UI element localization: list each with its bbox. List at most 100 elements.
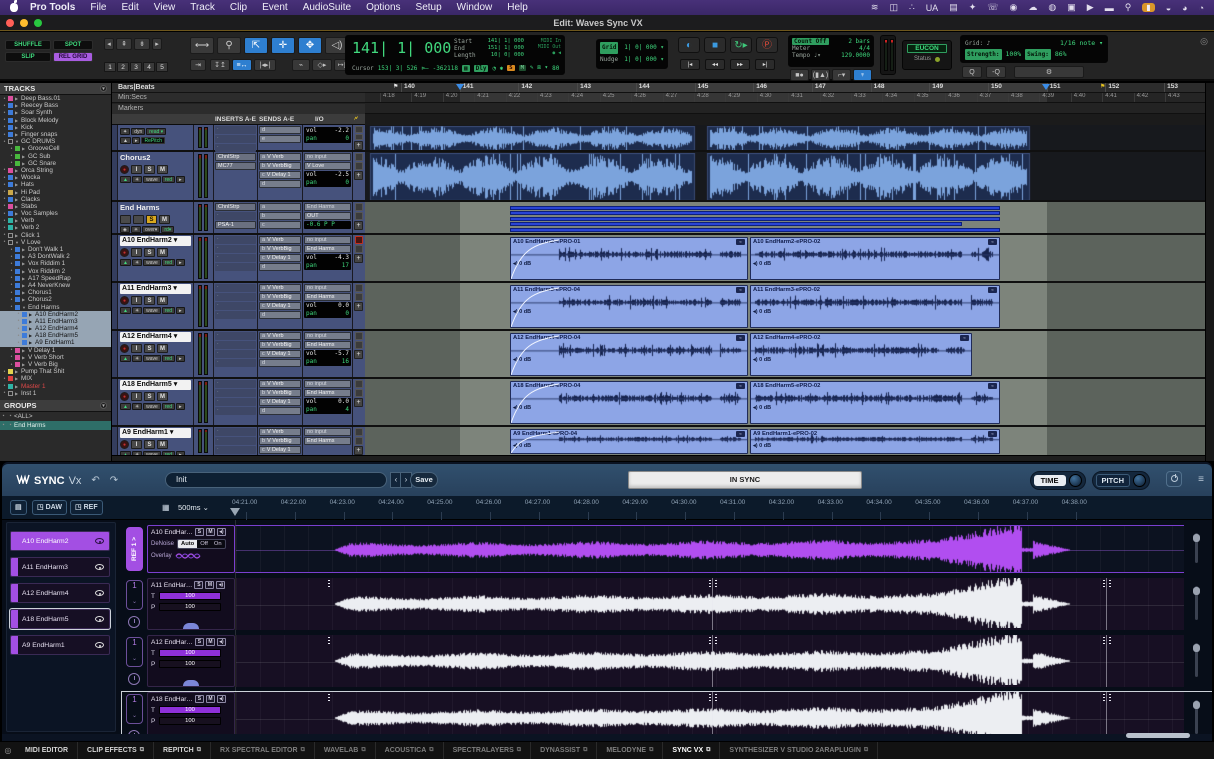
track-lane-A18 EndHarm5[interactable]: A18 EndHarm5-ePRO-04≈◂) 0 dBA18 EndHarm5… <box>365 379 1205 427</box>
track-list-item[interactable]: •▶Stabs <box>0 203 111 210</box>
record-arm-button[interactable]: ● <box>120 440 129 449</box>
input-monitor-button[interactable]: I <box>131 344 142 353</box>
plugin-grid-icon[interactable]: ▦ <box>162 503 170 512</box>
track-list-item[interactable]: •▶V Verb Short <box>0 354 111 361</box>
display-arrangement-icon[interactable]: ◫ <box>889 2 898 13</box>
visibility-eye-icon[interactable] <box>95 538 104 544</box>
track-option-button-1[interactable] <box>355 203 363 211</box>
minsec-ruler[interactable]: 4:184:194:204:214:224:234:244:254:264:27… <box>365 93 1205 103</box>
countoff-button[interactable]: (▮▲) <box>811 69 830 81</box>
add-row-button[interactable]: + <box>354 141 363 150</box>
track-list-item[interactable]: •▶Clacks <box>0 196 111 203</box>
record-arm-button[interactable]: ● <box>120 248 129 257</box>
audio-clip[interactable]: A18 EndHarm5-ePRO-04≈◂) 0 dB <box>510 381 748 424</box>
mute-button[interactable]: M <box>159 215 170 224</box>
track-lane-A10 EndHarm2[interactable]: A10 EndHarm2-ePRO-01≈◂) 0 dBA10 EndHarm2… <box>365 235 1205 283</box>
track-list-item[interactable]: •▶V Verb Big <box>0 361 111 368</box>
track-header-A9 EndHarm1[interactable]: A9 EndHarm1 ▾●ISM▲✳wavered▸····aV VerbbV… <box>112 427 365 457</box>
track-name[interactable]: A10 EndHarm2 ▾ <box>120 236 191 246</box>
toolbar-collapse-icon[interactable]: ◎ <box>1200 36 1208 47</box>
solo-button[interactable]: S <box>195 528 204 536</box>
zoom-preset-3[interactable]: 3 <box>130 62 142 72</box>
menu-file[interactable]: File <box>90 2 106 13</box>
track-option-button-2[interactable] <box>355 293 363 301</box>
spot-mode-button[interactable]: SPOT <box>53 40 93 50</box>
track-list-item[interactable]: •▶Hats <box>0 181 111 188</box>
lane-name[interactable]: A12 EndHar… <box>151 639 193 646</box>
track-list-item[interactable]: •▶A9 EndHarm1 <box>0 339 111 346</box>
lane-count-select[interactable]: 1⌄ <box>126 694 143 724</box>
dock-tab-melodyne[interactable]: MELODYNE⧉ <box>597 742 663 759</box>
track-list-item[interactable]: •▶Click 1 <box>0 232 111 239</box>
track-lane-Chorus2[interactable] <box>365 152 1205 202</box>
track-option-button-1[interactable] <box>355 284 363 292</box>
record-arm-button[interactable]: ● <box>120 296 129 305</box>
zoom-preset-5[interactable]: 5 <box>156 62 168 72</box>
track-list-item[interactable]: •▶A11 EndHarm3 <box>0 318 111 325</box>
monitor-button[interactable]: ◂) <box>217 528 226 536</box>
preset-field[interactable]: Init <box>165 472 387 488</box>
insert-ChnlStrp[interactable]: ChnlStrp <box>215 203 256 211</box>
zoom-preset-1[interactable]: 1 <box>104 62 116 72</box>
plugin-list-view-icon[interactable]: ▤ <box>10 500 27 515</box>
zoom-tool-2[interactable]: ⇟ <box>134 38 150 50</box>
track-list-item[interactable]: •▶Soar Synth <box>0 109 111 116</box>
lane-power-button[interactable] <box>128 673 140 685</box>
menu-audiosuite[interactable]: AudioSuite <box>303 2 351 13</box>
input-path[interactable]: no input <box>304 236 351 244</box>
track-list-item[interactable]: •▶A12 EndHarm4 <box>0 325 111 332</box>
camera-icon[interactable]: ◉ <box>1010 2 1018 13</box>
audio-clip[interactable]: A12 EndHarm4-ePRO-02≈◂) 0 dB <box>750 333 972 376</box>
dock-tab-sync-vx[interactable]: SYNC VX⧉ <box>663 742 720 759</box>
zoom-tool-0[interactable]: ◂ <box>104 38 114 50</box>
mute-button[interactable]: M <box>157 248 168 257</box>
track-option-button-2[interactable] <box>355 212 363 220</box>
track-list-item[interactable]: •▶A4 NeverKnew <box>0 282 111 289</box>
count-off-value[interactable]: 2 bars <box>848 38 870 45</box>
fade-in-curve[interactable] <box>511 334 561 375</box>
track-list-item[interactable]: •▶A18 EndHarm5 <box>0 332 111 339</box>
grabber-tool[interactable]: ✛ <box>271 37 295 54</box>
pitch-button[interactable]: PITCH <box>1096 474 1131 487</box>
track-name[interactable]: A12 EndHarm4 ▾ <box>120 332 191 342</box>
track-header-A10 EndHarm2[interactable]: A10 EndHarm2 ▾●ISM▲✳wavered▸····aV Verbb… <box>112 235 365 283</box>
send-b[interactable]: bV VerbBig <box>259 162 301 170</box>
send-c[interactable]: c <box>259 221 301 229</box>
track-lane-partial[interactable] <box>365 125 1205 152</box>
send-c[interactable]: cV Delay 1 <box>259 171 301 179</box>
fade-in-curve[interactable] <box>511 430 561 453</box>
insert-PSA-1[interactable]: PSA-1 <box>215 221 256 229</box>
input-monitor-button[interactable]: I <box>131 165 142 174</box>
send-d[interactable]: d <box>259 407 301 415</box>
send-d[interactable]: d <box>259 126 301 134</box>
slip-mode-button[interactable]: SLIP <box>5 52 51 62</box>
record-arm-button[interactable]: ● <box>120 392 129 401</box>
track-option-button-1[interactable] <box>355 380 363 388</box>
track-list-item[interactable]: •▶Master 1 <box>0 383 111 390</box>
mute-button[interactable]: M <box>205 581 214 589</box>
globe-icon[interactable]: ◍ <box>1048 2 1056 13</box>
input-monitor-button[interactable]: I <box>131 248 142 257</box>
lane-expand-handle[interactable] <box>183 623 199 629</box>
track-name[interactable]: End Harms <box>120 203 191 213</box>
track-lane-A12 EndHarm4[interactable]: A12 EndHarm4-ePRO-04≈◂) 0 dBA12 EndHarm4… <box>365 331 1205 379</box>
power-button[interactable] <box>1166 471 1182 487</box>
send-c[interactable]: cV Delay 1 <box>259 398 301 406</box>
transport-rewind-button[interactable]: ◂◂ <box>705 59 725 70</box>
record-arm-button[interactable]: ● <box>120 344 129 353</box>
time-amount-slider[interactable]: 100 <box>159 649 221 657</box>
send-b[interactable]: bV VerbBig <box>259 389 301 397</box>
track-list-item[interactable]: •▶Reecey Bass <box>0 102 111 109</box>
add-row-button[interactable]: + <box>354 221 363 230</box>
clip-gain-badge[interactable]: ◂) 0 dB <box>753 261 771 267</box>
monitor-button[interactable]: ◂) <box>216 581 225 589</box>
track-name[interactable]: A9 EndHarm1 ▾ <box>120 428 191 438</box>
track-name[interactable]: A18 EndHarm5 ▾ <box>120 380 191 390</box>
output-path[interactable]: End Harms <box>304 437 351 445</box>
swing-value[interactable]: 86% <box>1055 49 1067 60</box>
mute-button[interactable]: M <box>206 695 215 703</box>
vertical-scrollbar[interactable] <box>1205 83 1214 461</box>
window-manager-icon[interactable]: ▤ <box>949 2 958 13</box>
monitor-button[interactable]: ◂) <box>217 638 226 646</box>
send-d[interactable]: d <box>259 359 301 367</box>
